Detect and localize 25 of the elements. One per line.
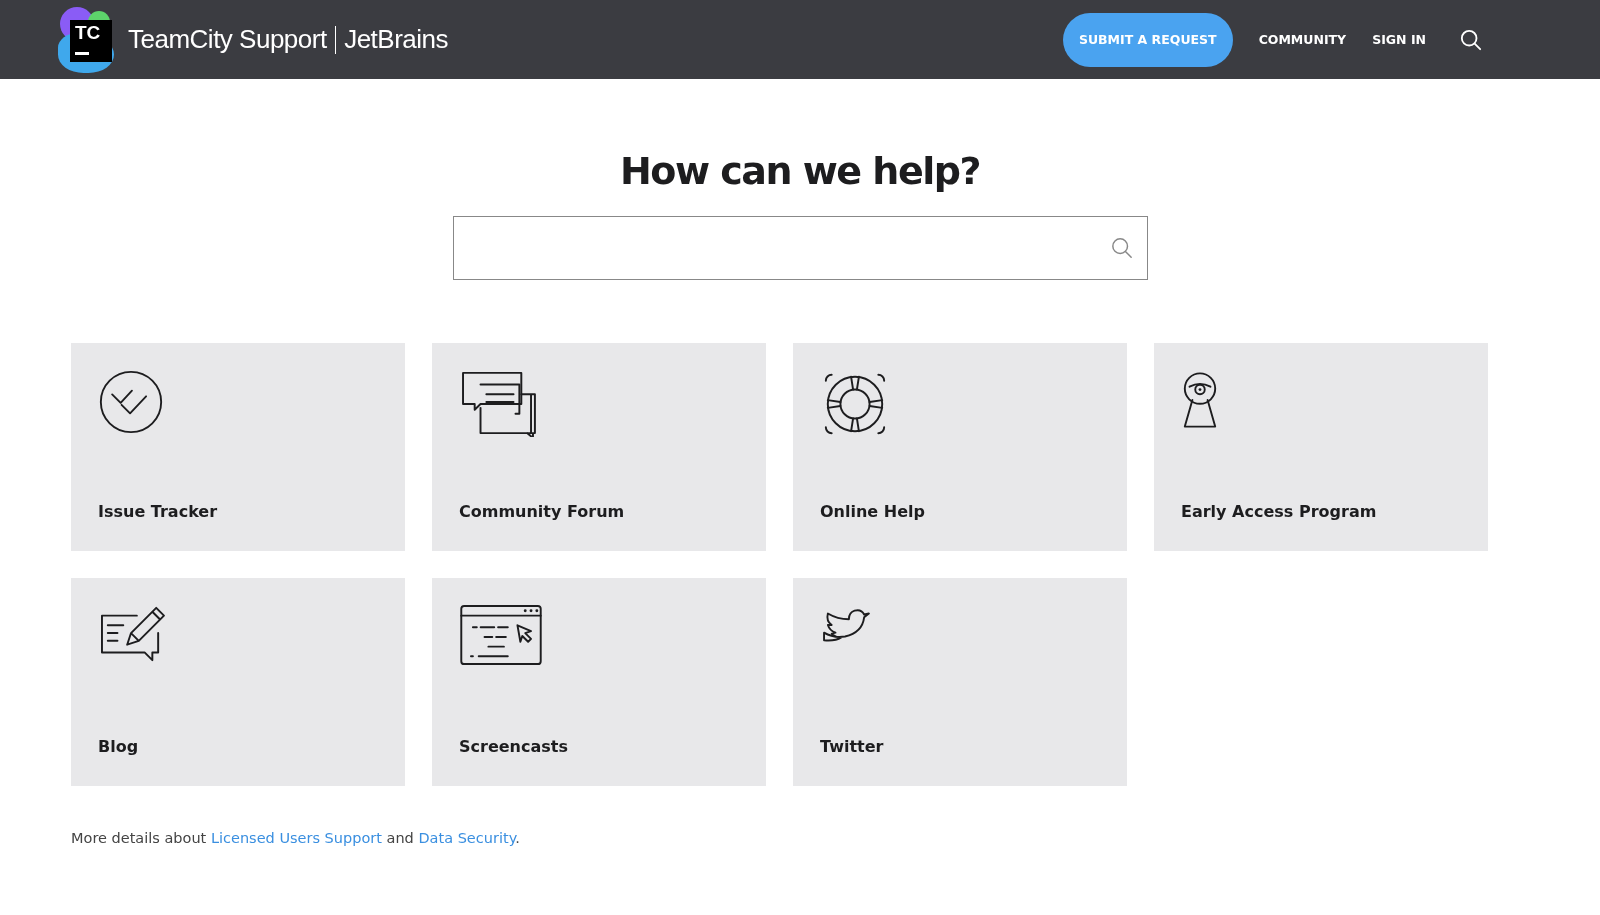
card-title: Blog — [98, 736, 140, 756]
link-card[interactable]: Blog — [71, 577, 405, 786]
card-title: Screencasts — [459, 736, 569, 756]
card-title: Issue Tracker — [98, 501, 219, 521]
search-field[interactable] — [452, 215, 1148, 280]
company-name[interactable]: JetBrains — [344, 24, 449, 55]
card-title: Twitter — [820, 736, 885, 756]
link-card[interactable]: Community Forum — [432, 342, 766, 551]
page-heading: How can we help? — [619, 149, 981, 195]
footer-note: More details about Licensed Users Support and Data Security. — [71, 829, 521, 846]
nav-link[interactable]: SIGN IN — [1372, 32, 1426, 47]
link-card[interactable]: Issue Tracker — [71, 342, 405, 551]
nav-link[interactable]: COMMUNITY — [1258, 32, 1347, 47]
card-title: Community Forum — [459, 501, 626, 521]
check-circle-icon — [98, 368, 164, 435]
card-title: Online Help — [820, 501, 926, 521]
browser-cursor-icon — [459, 603, 543, 666]
link-card[interactable]: Early Access Program — [1154, 342, 1488, 551]
footer-link[interactable]: Licensed Users Support — [210, 829, 382, 846]
link-card[interactable]: Twitter — [793, 577, 1127, 786]
link-card[interactable]: Online Help — [793, 342, 1127, 551]
link-card[interactable]: Screencasts — [432, 577, 766, 786]
search-icon[interactable] — [1460, 28, 1482, 51]
brand-name[interactable]: TeamCity Support — [128, 24, 327, 55]
card-title: Early Access Program — [1181, 501, 1378, 521]
